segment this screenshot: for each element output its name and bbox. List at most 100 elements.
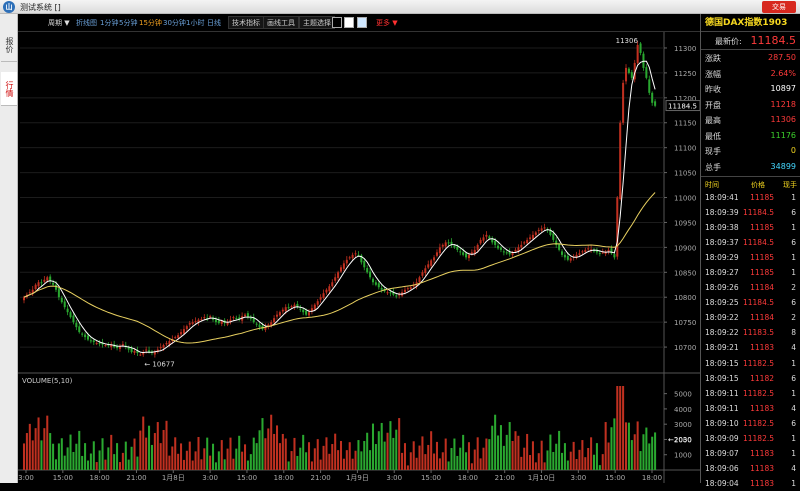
volume-bar <box>89 453 92 470</box>
tick-row: 18:09:09 11182.5 1 <box>701 431 800 446</box>
more-dropdown[interactable]: 更多 ▼ <box>376 18 398 28</box>
theme-swatch-black[interactable] <box>332 17 342 28</box>
price-tick-label: 11150 <box>674 120 696 128</box>
volume-bar <box>575 459 578 470</box>
volume-bar <box>566 460 569 470</box>
tick-row: 18:09:07 11183 1 <box>701 446 800 461</box>
volume-bar <box>43 428 46 470</box>
volume-bar <box>264 438 267 470</box>
tick-time: 18:09:37 <box>705 238 739 248</box>
volume-bar <box>81 455 84 470</box>
candle-body <box>92 340 95 343</box>
period-1h[interactable]: 1小时 <box>186 18 204 28</box>
candle-body <box>316 301 319 305</box>
volume-tick-label: 4000 <box>674 406 692 414</box>
volume-bar <box>470 463 473 470</box>
candle-body <box>302 309 305 313</box>
tick-volume: 1 <box>791 268 796 278</box>
volume-bar <box>52 443 55 470</box>
tick-row: 18:09:10 11182.5 6 <box>701 416 800 431</box>
candle-body <box>145 349 148 351</box>
candle-body <box>281 309 284 312</box>
time-tick-label: 1月10日 <box>528 474 555 482</box>
candle-body <box>569 258 572 261</box>
volume-bar <box>590 437 593 470</box>
candle-body <box>389 292 392 294</box>
volume-bar <box>456 455 459 470</box>
candle-body <box>354 253 357 255</box>
drawing-tools-button[interactable]: 画线工具 <box>263 16 299 29</box>
time-tick-label: 1月8日 <box>162 474 185 482</box>
candle-body <box>380 288 383 290</box>
period-5m[interactable]: 5分钟 <box>119 18 137 28</box>
volume-bar <box>325 437 328 470</box>
volume-bar <box>584 457 587 470</box>
period-day[interactable]: 日线 <box>207 18 221 28</box>
candle-body <box>366 268 369 273</box>
candle-body <box>284 307 287 312</box>
quote-field-row: 最高 11306 <box>701 112 800 128</box>
tick-volume: 6 <box>791 298 796 308</box>
time-tick-label: 18:00 <box>642 474 662 482</box>
period-line[interactable]: 折线图 <box>76 18 97 28</box>
candle-body <box>514 249 517 252</box>
trade-button[interactable]: 交易 <box>762 1 796 13</box>
quote-panel: 德国DAX指数1903 最新价: 11184.5 涨跌 287.50 涨幅 2.64%… <box>700 14 800 488</box>
price-tick-label: 10950 <box>674 219 696 227</box>
candle-body <box>203 317 206 319</box>
volume-bar <box>424 454 427 470</box>
theme-swatch-white[interactable] <box>344 17 354 28</box>
tick-time: 18:09:38 <box>705 223 739 233</box>
volume-bar <box>593 454 596 470</box>
volume-bar <box>613 418 616 470</box>
volume-bar <box>473 449 476 470</box>
volume-bar <box>217 451 220 470</box>
period-1m[interactable]: 1分钟 <box>100 18 118 28</box>
volume-bar <box>366 432 369 470</box>
volume-bar <box>40 440 43 470</box>
volume-bar <box>363 440 366 470</box>
tick-row: 18:09:39 11184.5 6 <box>701 205 800 220</box>
volume-bar <box>302 434 305 470</box>
candlestick-chart[interactable]: 10700 10750 10800 10850 10900 10950 11000 11050… <box>18 32 700 483</box>
volume-bar <box>642 434 645 470</box>
candle-body <box>430 260 433 266</box>
candle-body <box>529 237 532 240</box>
volume-bar <box>403 443 406 470</box>
volume-bar <box>529 455 532 470</box>
volume-bar <box>150 444 153 470</box>
tick-volume: 4 <box>791 343 796 353</box>
tab-quotes[interactable]: 报价 <box>1 28 17 62</box>
candle-body <box>651 92 654 103</box>
tick-volume: 6 <box>791 373 796 383</box>
candle-body <box>273 318 276 323</box>
period-30m[interactable]: 30分钟 <box>163 18 186 28</box>
volume-bar <box>316 439 319 470</box>
volume-bar <box>203 448 206 470</box>
cycle-dropdown[interactable]: 周期 ▼ <box>48 18 70 28</box>
volume-bar <box>209 455 212 470</box>
theme-select-button[interactable]: 主题选择 <box>299 16 335 29</box>
tick-row: 18:09:21 11183 4 <box>701 340 800 355</box>
tech-indicator-button[interactable]: 技术指标 <box>228 16 264 29</box>
candle-body <box>328 286 331 292</box>
tick-row: 18:09:15 11182.5 1 <box>701 356 800 371</box>
candle-body <box>84 334 87 338</box>
volume-bar <box>409 452 412 470</box>
tick-time: 18:09:27 <box>705 268 739 278</box>
volume-bar <box>546 450 549 470</box>
volume-bar <box>142 416 145 470</box>
tick-volume: 4 <box>791 463 796 473</box>
tab-market[interactable]: 行情 <box>1 72 17 106</box>
time-tick-label: 3:00 <box>202 474 218 482</box>
volume-bar <box>415 457 418 470</box>
candle-body <box>287 307 290 309</box>
candle-body <box>331 282 334 287</box>
tick-time: 18:09:11 <box>705 403 739 413</box>
period-15m[interactable]: 15分钟 <box>139 18 162 28</box>
volume-bar <box>520 456 523 470</box>
candle-body <box>494 240 497 245</box>
volume-bar <box>581 440 584 470</box>
volume-bar <box>177 453 180 470</box>
theme-swatch-lightblue[interactable] <box>357 17 367 28</box>
